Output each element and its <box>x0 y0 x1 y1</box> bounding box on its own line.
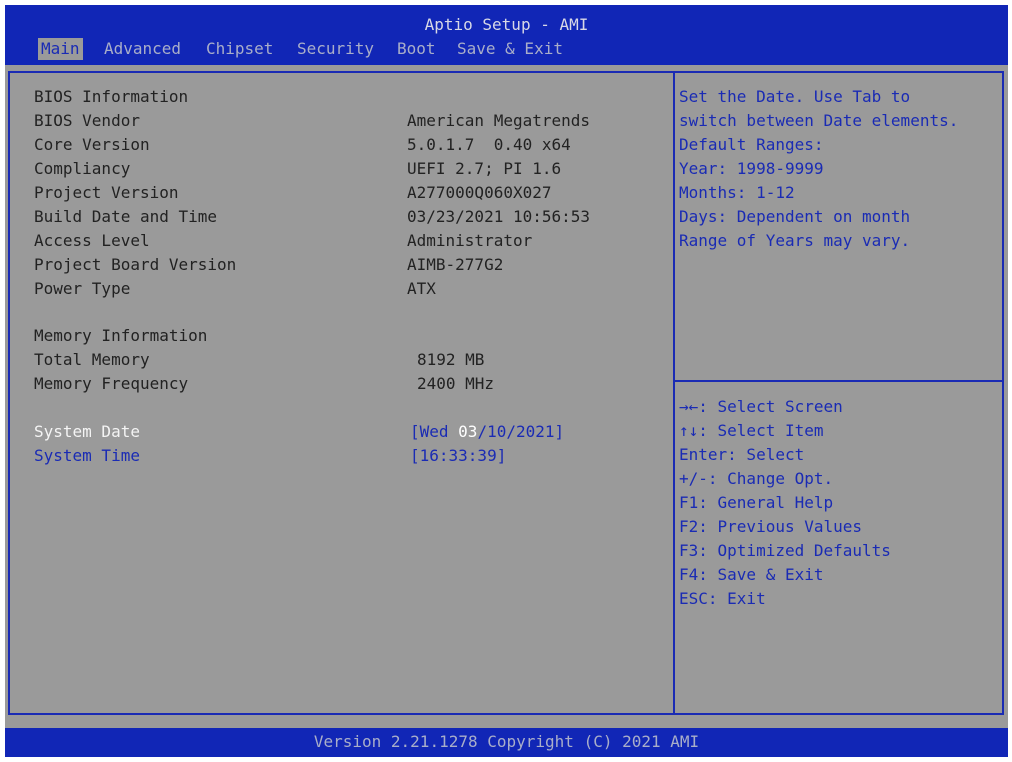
board-version-label: Project Board Version <box>34 255 237 274</box>
power-type-label: Power Type <box>34 279 131 298</box>
help-line: Range of Years may vary. <box>679 231 911 250</box>
bios-vendor-value: American Megatrends <box>407 111 591 130</box>
build-date-value: 03/23/2021 10:56:53 <box>407 207 591 226</box>
tab-security[interactable]: Security <box>297 38 374 60</box>
key-hint-esc: ESC: Exit <box>679 589 766 608</box>
board-version-value: AIMB-277G2 <box>407 255 504 274</box>
system-time-label[interactable]: System Time <box>34 446 140 466</box>
footer-bar: Version 2.21.1278 Copyright (C) 2021 AMI <box>5 728 1008 757</box>
key-hint-change-opt: +/-: Change Opt. <box>679 469 834 488</box>
key-hint-f2: F2: Previous Values <box>679 517 863 536</box>
help-line: Year: 1998-9999 <box>679 159 824 178</box>
help-line: Days: Dependent on month <box>679 207 911 226</box>
bios-vendor-label: BIOS Vendor <box>34 111 140 130</box>
memory-info-heading: Memory Information <box>34 326 208 345</box>
title-bar: Aptio Setup - AMI Main Advanced Chipset … <box>5 5 1008 65</box>
panel-divider <box>673 71 675 715</box>
help-divider <box>675 380 1002 382</box>
total-memory-value: 8192 MB <box>417 350 485 369</box>
project-version-label: Project Version <box>34 183 179 202</box>
key-hint-select-item: ↑↓: Select Item <box>679 421 824 440</box>
key-hint-select-screen: →←: Select Screen <box>679 397 843 416</box>
key-hint-f1: F1: General Help <box>679 493 834 512</box>
system-time-field[interactable]: [16:33:39] <box>410 446 506 466</box>
total-memory-label: Total Memory <box>34 350 150 369</box>
memory-frequency-value: 2400 MHz <box>417 374 495 393</box>
tab-boot[interactable]: Boot <box>397 38 436 60</box>
help-line: Default Ranges: <box>679 135 824 154</box>
access-level-label: Access Level <box>34 231 150 250</box>
system-date-suffix: /10/2021] <box>477 422 565 441</box>
system-date-prefix: [Wed <box>410 422 459 441</box>
help-line: Months: 1-12 <box>679 183 795 202</box>
version-text: Version 2.21.1278 Copyright (C) 2021 AMI <box>313 732 700 751</box>
help-line: switch between Date elements. <box>679 111 959 130</box>
bios-screen: Aptio Setup - AMI Main Advanced Chipset … <box>5 5 1008 757</box>
tab-chipset[interactable]: Chipset <box>206 38 273 60</box>
access-level-value: Administrator <box>407 231 533 250</box>
core-version-value: 5.0.1.7 0.40 x64 <box>407 135 571 154</box>
key-hint-enter: Enter: Select <box>679 445 805 464</box>
system-date-label[interactable]: System Date <box>34 422 140 442</box>
build-date-label: Build Date and Time <box>34 207 218 226</box>
compliancy-label: Compliancy <box>34 159 131 178</box>
core-version-label: Core Version <box>34 135 150 154</box>
key-hint-f3: F3: Optimized Defaults <box>679 541 891 560</box>
help-line: Set the Date. Use Tab to <box>679 87 911 106</box>
compliancy-value: UEFI 2.7; PI 1.6 <box>407 159 562 178</box>
memory-frequency-label: Memory Frequency <box>34 374 189 393</box>
system-date-month[interactable]: 03 <box>458 422 477 441</box>
tab-main[interactable]: Main <box>38 38 83 60</box>
app-title: Aptio Setup - AMI <box>424 15 589 34</box>
bios-info-heading: BIOS Information <box>34 87 189 106</box>
project-version-value: A277000Q060X027 <box>407 183 552 202</box>
tab-save-exit[interactable]: Save & Exit <box>457 38 563 60</box>
system-date-field[interactable]: [Wed 03/10/2021] <box>410 422 564 442</box>
power-type-value: ATX <box>407 279 436 298</box>
key-hint-f4: F4: Save & Exit <box>679 565 824 584</box>
tab-advanced[interactable]: Advanced <box>104 38 181 60</box>
